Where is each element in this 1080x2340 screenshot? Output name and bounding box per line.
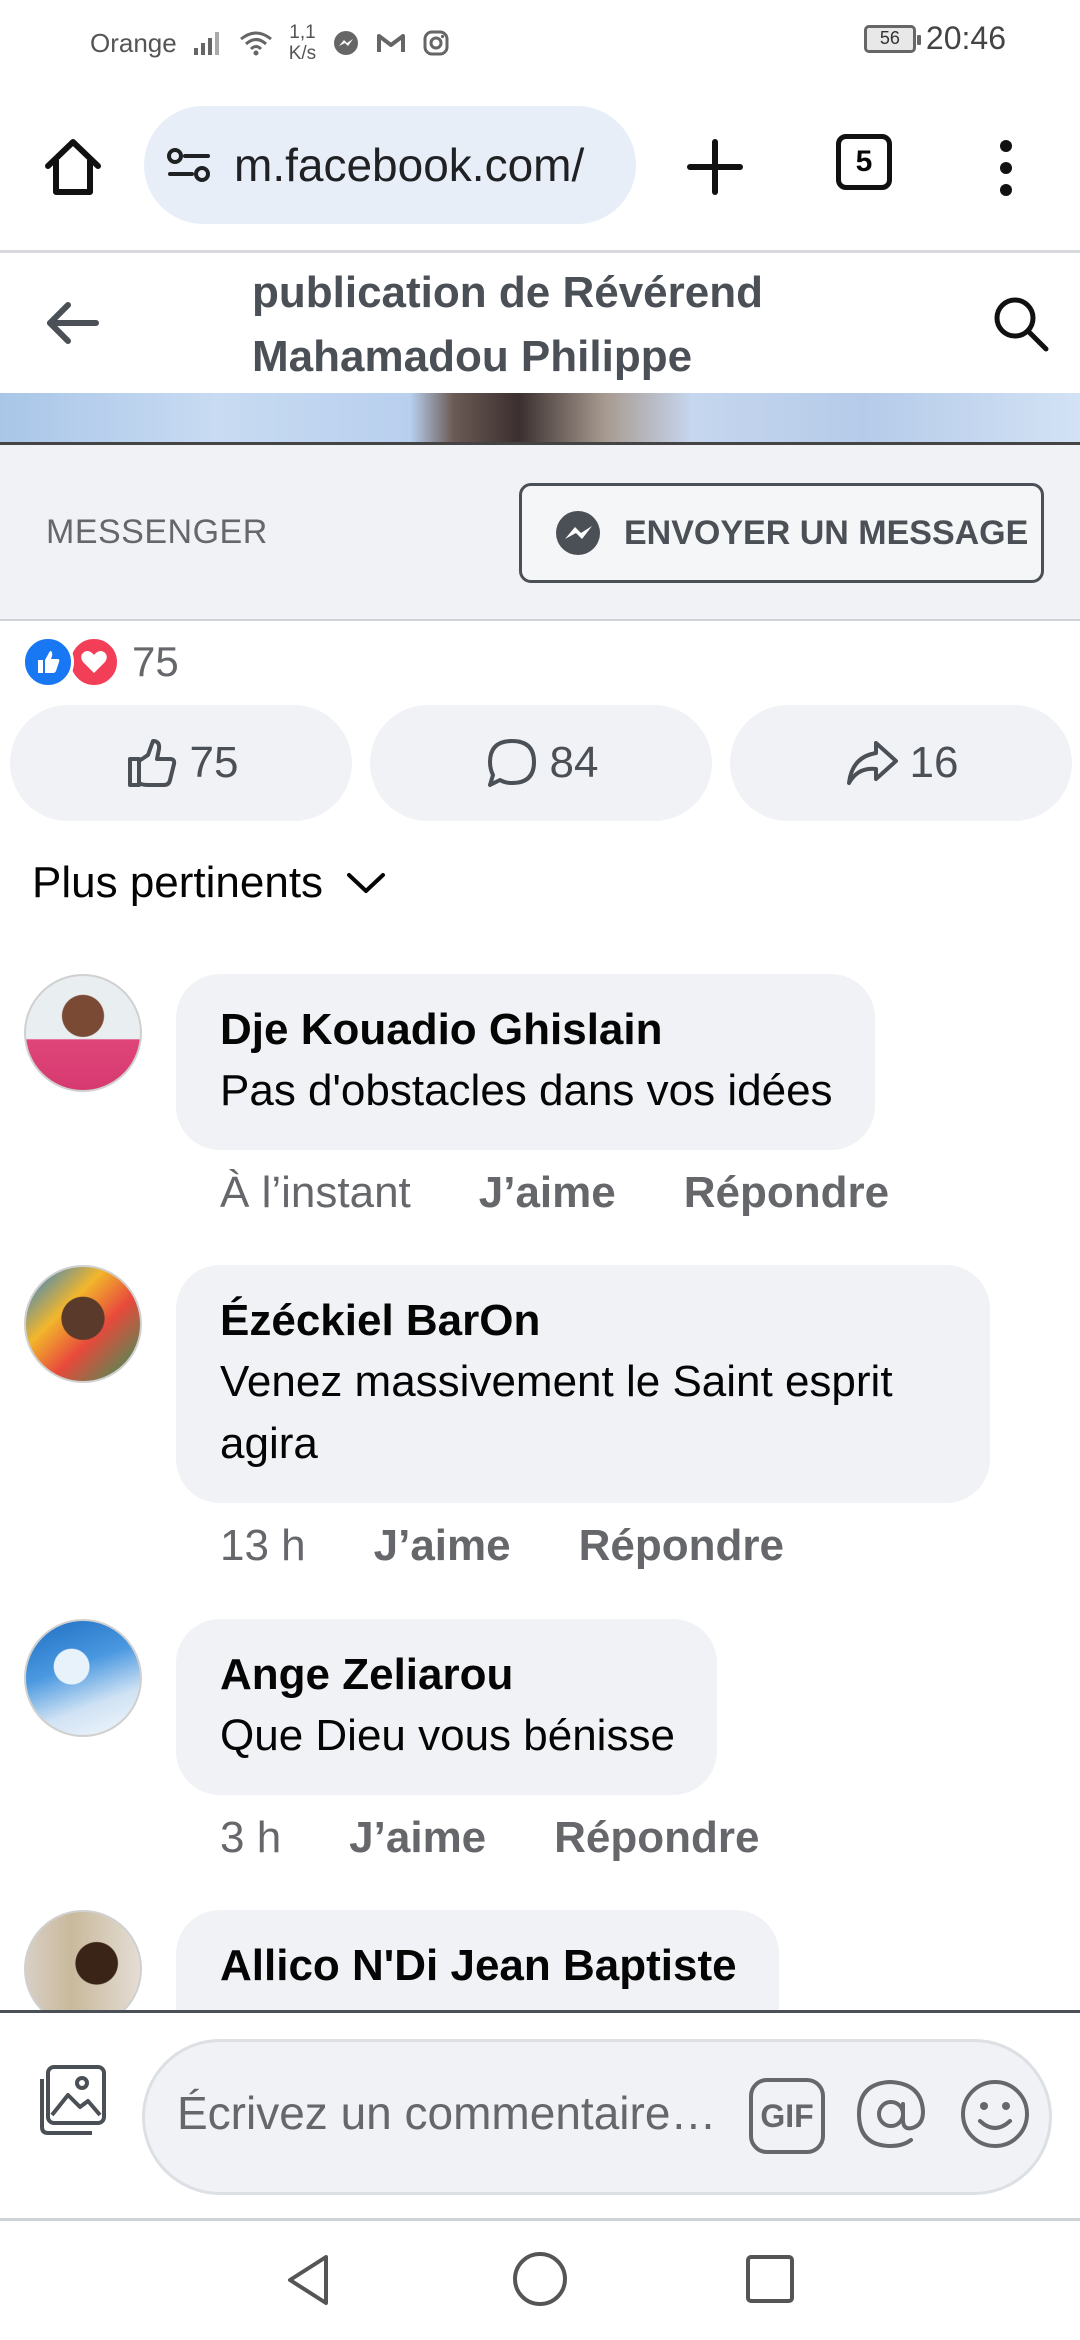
address-bar[interactable]: m.facebook.com/ xyxy=(144,106,636,224)
reaction-count: 75 xyxy=(132,638,179,685)
comment-meta: 3 h J’aime Répondre xyxy=(220,1813,760,1863)
mention-icon[interactable] xyxy=(851,2074,931,2154)
like-count: 75 xyxy=(189,738,239,787)
instagram-notif-icon xyxy=(423,30,449,56)
nav-recents-icon[interactable] xyxy=(740,2249,800,2309)
comment-time[interactable]: 13 h xyxy=(220,1521,306,1571)
comment-input[interactable]: Écrivez un commentaire… GIF xyxy=(142,2039,1052,2195)
comment-reply-link[interactable]: Répondre xyxy=(684,1168,889,1218)
more-vert-icon[interactable] xyxy=(986,138,1026,198)
status-right: 56 20:46 xyxy=(863,20,1006,57)
battery-level: 56 xyxy=(879,28,900,48)
comment-item: Allico N'Di Jean Baptiste xyxy=(0,1910,1080,2010)
tabs-icon[interactable]: 5 xyxy=(836,134,892,190)
comment-time[interactable]: À l’instant xyxy=(220,1168,411,1218)
comment-meta: 13 h J’aime Répondre xyxy=(220,1521,784,1571)
plus-icon[interactable] xyxy=(680,132,750,202)
comment-reply-link[interactable]: Répondre xyxy=(554,1813,759,1863)
system-nav-bar xyxy=(0,2221,1080,2340)
comment-like-link[interactable]: J’aime xyxy=(479,1168,616,1218)
comment-text: Venez massivement le Saint esprit agira xyxy=(220,1357,893,1468)
comment-bubble[interactable]: Ézéckiel BarOn Venez massivement le Sain… xyxy=(176,1265,990,1503)
share-button[interactable]: 16 xyxy=(730,705,1072,821)
like-reaction-icon xyxy=(22,636,74,688)
page-title: publication de Révérend Mahamadou Philip… xyxy=(252,268,763,381)
comment-bubble[interactable]: Allico N'Di Jean Baptiste xyxy=(176,1910,779,2010)
comment-time[interactable]: 3 h xyxy=(220,1813,281,1863)
post-actions: 75 84 16 xyxy=(10,705,1072,821)
send-message-button[interactable]: ENVOYER UN MESSAGE xyxy=(519,483,1044,583)
comment-author[interactable]: Ange Zeliarou xyxy=(220,1645,675,1705)
back-arrow-icon[interactable] xyxy=(40,291,104,355)
speed-unit: K/s xyxy=(288,43,317,64)
chevron-down-icon xyxy=(347,873,386,893)
comment-meta: À l’instant J’aime Répondre xyxy=(220,1168,889,1218)
page-header: publication de Révérend Mahamadou Philip… xyxy=(0,253,1080,393)
messenger-bar: MESSENGER ENVOYER UN MESSAGE xyxy=(0,445,1080,621)
comment-like-link[interactable]: J’aime xyxy=(349,1813,486,1863)
messenger-icon xyxy=(556,511,600,555)
comment-icon xyxy=(487,739,536,787)
signal-icon xyxy=(193,32,219,55)
messenger-notif-icon xyxy=(334,31,359,55)
comment-composer: Écrivez un commentaire… GIF xyxy=(0,2010,1080,2220)
comment-text: Pas d'obstacles dans vos idées xyxy=(220,1066,833,1115)
share-count: 16 xyxy=(909,738,959,787)
nav-home-icon[interactable] xyxy=(508,2247,572,2311)
comment-author[interactable]: Ézéckiel BarOn xyxy=(220,1291,948,1351)
comment-count: 84 xyxy=(549,738,599,787)
status-left: Orange 1,1 K/s xyxy=(90,22,450,64)
like-button[interactable]: 75 xyxy=(10,705,352,821)
browser-toolbar: m.facebook.com/ 5 xyxy=(0,82,1080,250)
battery-icon: 56 xyxy=(863,24,921,53)
comment-reply-link[interactable]: Répondre xyxy=(579,1521,784,1571)
comment-author[interactable]: Dje Kouadio Ghislain xyxy=(220,1000,833,1060)
tab-count: 5 xyxy=(855,145,873,178)
home-icon[interactable] xyxy=(38,132,108,202)
reaction-summary[interactable]: 75 xyxy=(22,636,179,688)
comment-button[interactable]: 84 xyxy=(370,705,712,821)
comment-bubble[interactable]: Dje Kouadio Ghislain Pas d'obstacles dan… xyxy=(176,974,875,1150)
search-icon[interactable] xyxy=(988,291,1052,355)
wifi-icon xyxy=(239,31,272,56)
gmail-notif-icon xyxy=(377,34,406,52)
post-image-strip[interactable] xyxy=(0,393,1080,445)
avatar[interactable] xyxy=(24,1265,142,1383)
comment-text: Que Dieu vous bénisse xyxy=(220,1711,675,1760)
nav-back-icon[interactable] xyxy=(278,2249,340,2311)
share-arrow-icon xyxy=(846,741,898,785)
avatar[interactable] xyxy=(24,974,142,1092)
avatar[interactable] xyxy=(24,1619,142,1737)
comment-placeholder: Écrivez un commentaire… xyxy=(177,2087,717,2139)
avatar[interactable] xyxy=(24,1910,142,2010)
carrier-label: Orange xyxy=(90,27,177,58)
comment-bubble[interactable]: Ange Zeliarou Que Dieu vous bénisse xyxy=(176,1619,717,1795)
clock: 20:46 xyxy=(925,20,1006,56)
emoji-icon[interactable] xyxy=(955,2074,1035,2154)
comment-sort-dropdown[interactable]: Plus pertinents xyxy=(32,858,387,908)
photo-icon[interactable] xyxy=(36,2063,110,2137)
url-text[interactable]: m.facebook.com/ xyxy=(234,138,584,192)
comment-like-link[interactable]: J’aime xyxy=(374,1521,511,1571)
status-bar: Orange 1,1 K/s 56 20:46 xyxy=(0,0,1080,82)
network-speed: 1,1 K/s xyxy=(289,22,316,64)
speed-value: 1,1 xyxy=(289,22,316,43)
gif-button[interactable]: GIF xyxy=(749,2078,825,2154)
comment-author[interactable]: Allico N'Di Jean Baptiste xyxy=(220,1936,737,1996)
sort-label: Plus pertinents xyxy=(32,858,324,907)
love-reaction-icon xyxy=(68,636,120,688)
messenger-label: MESSENGER xyxy=(46,513,268,551)
gif-label: GIF xyxy=(760,2097,814,2134)
send-message-label: ENVOYER UN MESSAGE xyxy=(624,513,1029,552)
site-settings-icon[interactable] xyxy=(166,145,212,185)
thumbs-up-icon xyxy=(127,739,176,787)
